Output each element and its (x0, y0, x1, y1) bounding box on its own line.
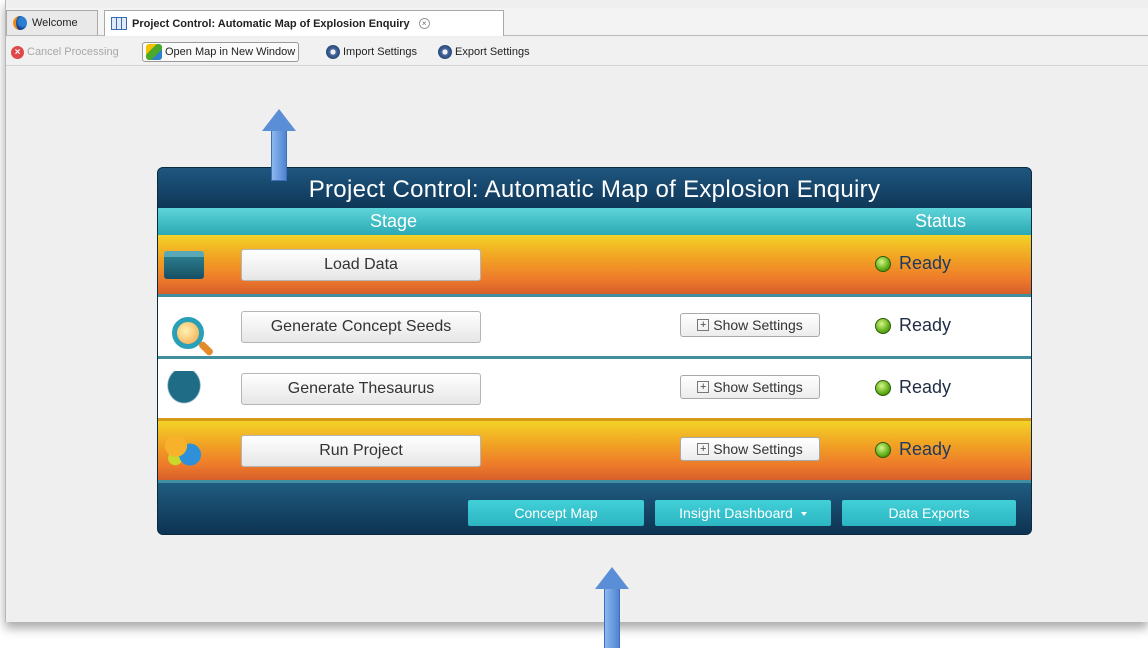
tab-bar: Welcome Project Control: Automatic Map o… (6, 8, 1148, 36)
status-indicator: Ready (875, 253, 951, 274)
plus-icon: + (697, 319, 710, 331)
generate-thesaurus-button[interactable]: Generate Thesaurus (241, 373, 481, 405)
status-indicator: Ready (875, 439, 951, 460)
gear-icon (326, 45, 340, 59)
stage-row-concept-seeds: Generate Concept Seeds + Show Settings R… (158, 294, 1031, 357)
close-icon[interactable]: × (418, 18, 430, 29)
plus-icon: + (697, 443, 710, 455)
stage-row-load-data: Load Data Ready (158, 235, 1031, 294)
globe-icon (13, 16, 27, 30)
venn-icon (164, 433, 204, 469)
load-data-button[interactable]: Load Data (241, 249, 481, 281)
status-text: Ready (899, 377, 952, 397)
grid-icon (111, 17, 127, 30)
status-led-icon (875, 317, 891, 334)
show-settings-label: Show Settings (713, 441, 803, 457)
folder-icon (164, 251, 204, 279)
status-text: Ready (899, 439, 952, 459)
tab-project-control[interactable]: Project Control: Automatic Map of Explos… (104, 10, 504, 36)
generate-concept-seeds-button[interactable]: Generate Concept Seeds (241, 311, 481, 343)
import-settings-label: Import Settings (343, 46, 417, 58)
show-settings-label: Show Settings (713, 379, 803, 395)
toolbar: × Cancel Processing Open Map in New Wind… (6, 38, 1148, 66)
panel-header-row: Stage Status (158, 208, 1031, 235)
panel-footer: Concept Map Insight Dashboard Data Expor… (158, 480, 1031, 534)
status-led-icon (875, 441, 891, 458)
run-project-button[interactable]: Run Project (241, 435, 481, 467)
show-settings-button[interactable]: + Show Settings (680, 313, 820, 337)
open-map-button[interactable]: Open Map in New Window (142, 42, 300, 62)
show-settings-button[interactable]: + Show Settings (680, 375, 820, 399)
status-indicator: Ready (875, 315, 951, 336)
plus-icon: + (697, 381, 710, 393)
app-root: Welcome Project Control: Automatic Map o… (0, 0, 1148, 648)
insight-dashboard-button[interactable]: Insight Dashboard (655, 500, 831, 526)
project-control-panel: Project Control: Automatic Map of Explos… (157, 167, 1032, 535)
show-settings-button[interactable]: + Show Settings (680, 437, 820, 461)
status-text: Ready (899, 315, 952, 335)
tab-welcome-label: Welcome (32, 17, 78, 29)
stage-row-run-project: Run Project + Show Settings Ready (158, 418, 1031, 480)
status-text: Ready (899, 253, 952, 273)
up-arrow-icon (595, 567, 629, 648)
cancel-processing-button[interactable]: × Cancel Processing (11, 42, 119, 62)
status-led-icon (875, 255, 891, 272)
status-indicator: Ready (875, 377, 951, 398)
gear-icon (438, 45, 452, 59)
map-icon (146, 44, 162, 60)
tab-project-control-label: Project Control: Automatic Map of Explos… (132, 17, 410, 30)
export-settings-button[interactable]: Export Settings (438, 42, 530, 62)
tab-welcome[interactable]: Welcome (6, 10, 98, 35)
magnifier-icon (164, 309, 215, 357)
open-map-label: Open Map in New Window (165, 46, 296, 58)
caret-down-icon (800, 512, 807, 517)
up-arrow-icon (262, 109, 296, 181)
insight-dashboard-label: Insight Dashboard (679, 505, 793, 521)
status-led-icon (875, 379, 891, 396)
status-header: Status (915, 211, 967, 231)
show-settings-label: Show Settings (713, 317, 803, 333)
stage-header: Stage (370, 211, 418, 231)
concept-map-button[interactable]: Concept Map (468, 500, 644, 526)
cancel-processing-label: Cancel Processing (27, 46, 119, 58)
thesaurus-icon (164, 371, 204, 407)
stage-row-thesaurus: Generate Thesaurus + Show Settings Ready (158, 356, 1031, 418)
cancel-icon: × (11, 45, 24, 59)
data-exports-button[interactable]: Data Exports (842, 500, 1016, 526)
import-settings-button[interactable]: Import Settings (326, 42, 417, 62)
export-settings-label: Export Settings (455, 46, 530, 58)
